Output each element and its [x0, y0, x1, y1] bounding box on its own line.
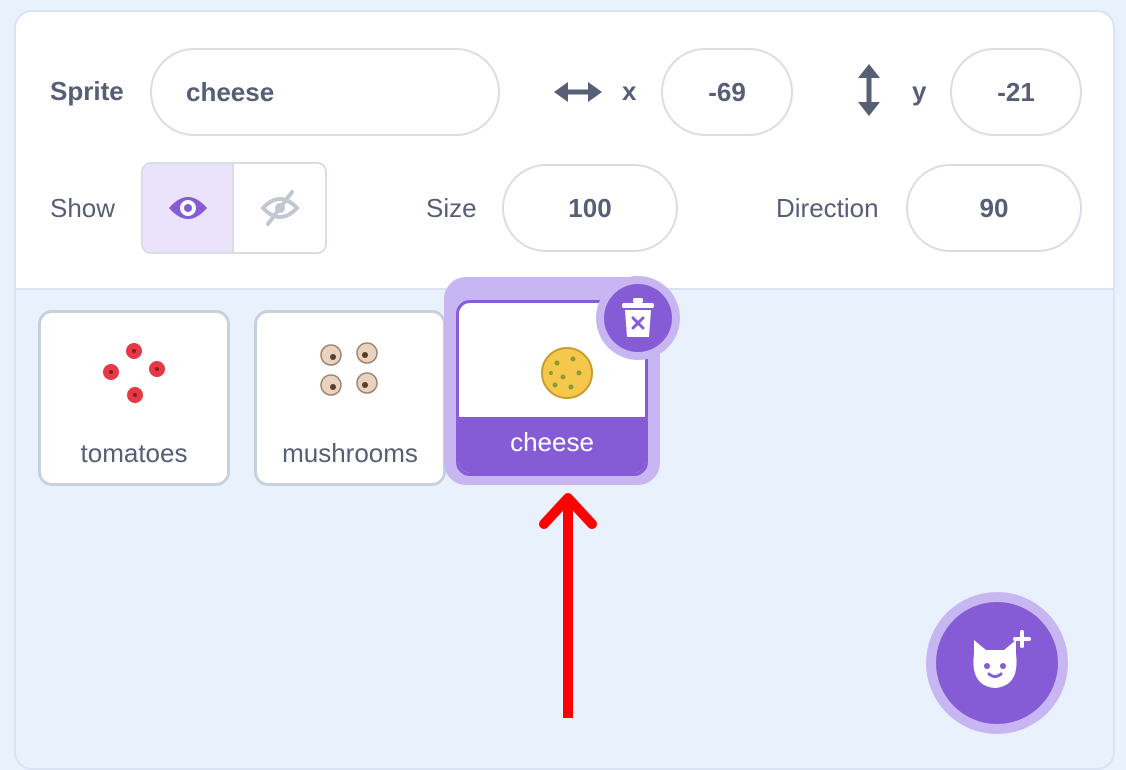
horizontal-arrows-icon — [554, 82, 602, 102]
sprite-label: Sprite — [50, 76, 124, 106]
tomatoes-thumbnail — [103, 343, 165, 403]
cheese-thumbnail — [541, 347, 593, 399]
direction-label: Direction — [776, 193, 879, 223]
size-label: Size — [426, 193, 477, 223]
sprite-info-bar: Sprite cheese x -69 y -21 Show Size 100 … — [16, 12, 1113, 290]
vertical-arrows-icon — [858, 64, 880, 116]
sprite-tile-tomatoes[interactable]: tomatoes — [38, 310, 230, 486]
eye-slash-icon — [259, 190, 300, 226]
visibility-toggle — [141, 162, 327, 254]
y-input[interactable]: -21 — [950, 48, 1082, 136]
trash-icon — [622, 298, 654, 337]
direction-input[interactable]: 90 — [906, 164, 1082, 252]
eye-icon — [168, 197, 207, 219]
size-input[interactable]: 100 — [502, 164, 678, 252]
choose-sprite-button[interactable] — [936, 602, 1058, 724]
show-label: Show — [50, 193, 116, 223]
sprite-tile-label: tomatoes — [80, 438, 188, 468]
delete-sprite-button[interactable] — [604, 284, 672, 352]
red-arrow-icon — [539, 493, 597, 718]
x-label: x — [622, 76, 637, 106]
sprite-tile-mushrooms[interactable]: mushrooms — [254, 310, 446, 486]
sprite-tile-label: cheese — [459, 417, 645, 473]
cat-plus-icon — [973, 630, 1031, 688]
show-button[interactable] — [143, 164, 234, 252]
sprite-tile-label: mushrooms — [282, 438, 418, 468]
mushrooms-thumbnail — [320, 342, 378, 396]
y-label: y — [912, 76, 927, 106]
x-input[interactable]: -69 — [661, 48, 793, 136]
sprite-name-input[interactable]: cheese — [150, 48, 500, 136]
hide-button[interactable] — [234, 164, 325, 252]
